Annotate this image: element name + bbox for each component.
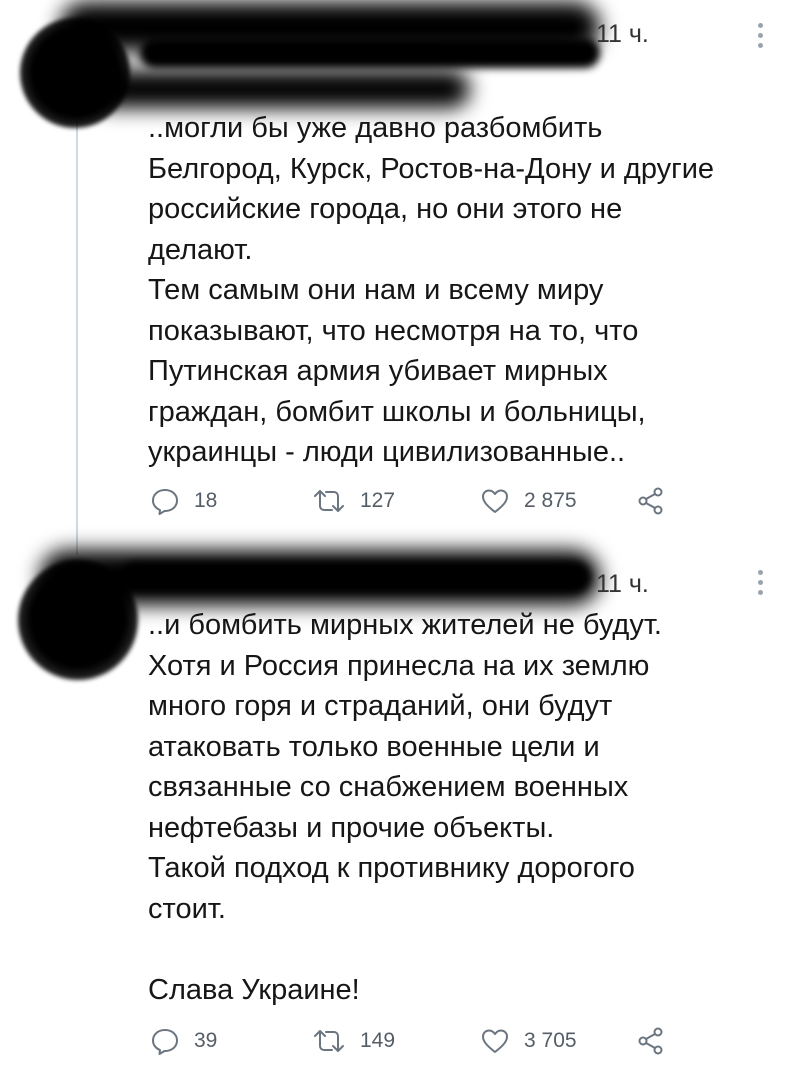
redacted-handle [120, 562, 590, 592]
share-icon [636, 1026, 666, 1056]
retweet-count: 127 [360, 489, 396, 512]
like-button[interactable]: 2 875 [480, 486, 577, 516]
tweet-actions: 18 127 2 875 [150, 486, 710, 526]
tweet[interactable]: 11 ч. ..и бомбить мирных жителей не буду… [0, 548, 800, 1092]
tweet-timestamp[interactable]: 11 ч. [596, 20, 649, 49]
thread-line [76, 110, 78, 555]
heart-icon [480, 1026, 510, 1056]
retweet-icon [312, 1026, 346, 1056]
redacted-handle-shadow [90, 70, 470, 108]
share-icon [636, 486, 666, 516]
reply-button[interactable]: 18 [150, 486, 217, 516]
tweet[interactable]: 11 ч. ..могли бы уже давно разбомбить Бе… [0, 0, 800, 555]
tweet-text: ..и бомбить мирных жителей не будут. Хот… [148, 609, 662, 1006]
reply-count: 39 [194, 1029, 218, 1052]
like-button[interactable]: 3 705 [480, 1026, 577, 1056]
retweet-icon [312, 486, 346, 516]
reply-count: 18 [194, 489, 218, 512]
share-button[interactable] [636, 486, 666, 516]
tweet-timestamp[interactable]: 11 ч. [596, 570, 649, 599]
retweet-button[interactable]: 149 [312, 1026, 395, 1056]
reply-button[interactable]: 39 [150, 1026, 217, 1056]
share-button[interactable] [636, 1026, 666, 1056]
retweet-count: 149 [360, 1029, 396, 1052]
like-count: 3 705 [524, 1029, 577, 1052]
tweet-actions: 39 149 3 705 [150, 1026, 710, 1066]
reply-icon [150, 486, 180, 516]
heart-icon [480, 486, 510, 516]
redacted-handle [140, 38, 600, 68]
more-vertical-icon[interactable] [757, 23, 763, 48]
tweet-text: ..могли бы уже давно разбомбить Белгород… [148, 112, 715, 468]
more-vertical-icon[interactable] [757, 570, 763, 595]
reply-icon [150, 1026, 180, 1056]
like-count: 2 875 [524, 489, 577, 512]
retweet-button[interactable]: 127 [312, 486, 395, 516]
